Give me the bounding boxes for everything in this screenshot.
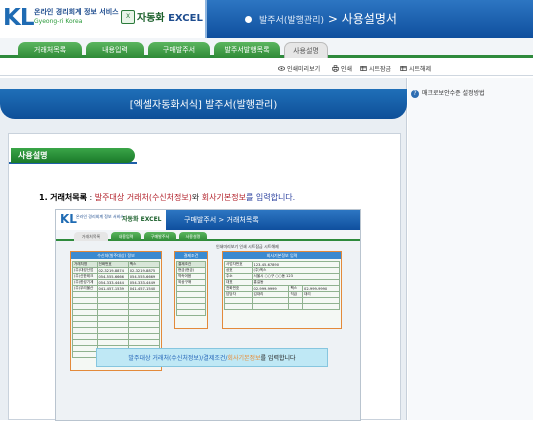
sheet-unprotect-label: 시트해제	[409, 66, 432, 73]
bullet-icon	[245, 16, 252, 23]
instruction-number: 1.	[39, 193, 48, 202]
inner-tab-content-input: 내용입력	[111, 232, 141, 241]
inner-breadcrumb: 구매발주서 > 거래처목록	[184, 216, 259, 224]
empty-row	[224, 303, 340, 310]
sheet-unprotect-button[interactable]: 시트해제	[400, 64, 431, 73]
side-panel	[408, 78, 533, 420]
empty-cell	[251, 303, 290, 310]
breadcrumb-main: 발주서(발행관리)	[259, 16, 324, 26]
client-info-table: 거래처명 전화번호 팩스 (주)대성산업 02-3219-8874 02-3219-887…	[72, 261, 161, 358]
sheet-protect-label: 시트잠금	[369, 66, 392, 73]
sheet-protect-button[interactable]: 시트잠금	[360, 64, 391, 73]
empty-cell	[302, 303, 340, 310]
company-info-table: 사업자번호 123-45-67890 상호 (주)엑스 주소 서울시 ○○구 ○○동 12…	[224, 261, 341, 310]
tab-bar: 거래처목록 내용입력 구매발주서 발주서발행목록 사용설명	[0, 38, 533, 58]
caption-tail: 를 입력합니다	[260, 355, 296, 362]
logo-english: Gyeong-ri Korea	[34, 18, 83, 25]
excel-title-ko: 자동화	[137, 13, 165, 24]
empty-cell	[72, 351, 98, 358]
document-banner: [엑셀자동화서식] 발주서(발행관리)	[0, 89, 407, 119]
logo-mark: KL	[3, 5, 35, 31]
caption-part2: 결제조건	[203, 355, 226, 362]
instruction-conj: 와	[191, 193, 200, 202]
example-screenshot: KL 온라인 경리회계 정보 서비스 자동화 EXCEL 구매발주서 > 거래처…	[55, 209, 361, 421]
inner-tab-usage: 사용설명	[179, 232, 207, 241]
caption-part3: 회사기본정보	[227, 355, 261, 362]
inner-toolbar: 인쇄미리보기 인쇄 시트잠금 시트해제	[216, 244, 279, 249]
print-button[interactable]: 인쇄	[332, 64, 352, 73]
tab-client-list[interactable]: 거래처목록	[18, 42, 82, 58]
company-info-header: 회사기본정보 입력	[223, 252, 341, 259]
tab-content-input[interactable]: 내용입력	[86, 42, 144, 58]
logo-text: KL	[3, 5, 35, 31]
preview-label: 인쇄미리보기	[287, 66, 321, 73]
inner-caption: 발주대상 거래처(수신처정보)/결제조건/회사기본정보를 입력합니다	[96, 348, 328, 367]
inner-logo-subtitle: 온라인 경리회계 정보 서비스	[76, 214, 124, 219]
instruction-line: 1. 거래처목록 : 발주대상 거래처(수신처정보)와 회사기본정보를 입력합니…	[39, 192, 295, 203]
toolbar: 인쇄미리보기 인쇄 시트잠금 시트해제	[0, 61, 533, 76]
company-info-box: 회사기본정보 입력 사업자번호 123-45-67890 상호 (주)엑스 주소 서울시 …	[222, 251, 342, 329]
content-panel: 사용설명 1. 거래처목록 : 발주대상 거래처(수신처정보)와 회사기본정보를…	[8, 133, 401, 421]
instruction-part1: 발주대상 거래처(수신처정보)	[94, 193, 192, 202]
excel-icon: X	[121, 10, 135, 24]
app-header: KL 온라인 경리회계 정보 서비스 Gyeong-ri Korea X 자동화…	[0, 0, 533, 38]
instruction-head: 거래처목록	[50, 193, 87, 202]
excel-title: 자동화 EXCEL	[137, 9, 203, 24]
excel-brand: X 자동화 EXCEL	[117, 3, 203, 35]
payment-terms-header: 결제조건	[175, 252, 207, 259]
client-info-header: 수신처(발주대상) 정보	[71, 252, 161, 259]
print-label: 인쇄	[341, 66, 353, 73]
empty-cell	[288, 303, 304, 310]
logo-subtitle: 온라인 경리회계 정보 서비스	[34, 8, 119, 16]
inner-excel-title: 자동화 EXCEL	[122, 216, 162, 223]
payment-terms-table: 결제조건 현금(현금) 약속어음 외상구매	[176, 261, 206, 316]
site-logo[interactable]: KL 온라인 경리회계 정보 서비스 Gyeong-ri Korea	[0, 0, 119, 38]
inner-title-band: 구매발주서 > 거래처목록	[166, 210, 360, 230]
breadcrumb-sep: >	[327, 12, 338, 26]
inner-header: KL 온라인 경리회계 정보 서비스 자동화 EXCEL 구매발주서 > 거래처…	[56, 210, 360, 230]
empty-cell	[224, 303, 253, 310]
printer-icon	[332, 65, 339, 72]
sheet-lock-icon	[360, 66, 367, 71]
help-icon: ?	[411, 90, 419, 98]
section-heading: 사용설명	[11, 148, 135, 163]
inner-logo: KL	[60, 212, 77, 226]
caption-part1: 발주대상 거래처(수신처정보)	[128, 355, 202, 362]
tab-purchase-order[interactable]: 구매발주서	[148, 42, 210, 58]
tab-order-list[interactable]: 발주서발행목록	[214, 42, 280, 58]
excel-title-en: EXCEL	[168, 13, 203, 24]
sheet-unlock-icon	[400, 66, 407, 71]
instruction-part2: 회사기본정보	[201, 193, 246, 202]
title-band: 발주서(발행관리) > 사용설명서	[205, 0, 533, 38]
empty-row	[176, 309, 206, 316]
banner-title: [엑셀자동화서식] 발주서(발행관리)	[129, 100, 278, 111]
inner-tab-bar: 거래처목록 내용입력 구매발주서 사용설명	[56, 230, 360, 241]
table-cell: (주)한성기계	[72, 279, 98, 286]
table-cell: (주)우리물산	[72, 285, 98, 292]
page-title: 발주서(발행관리) > 사용설명서	[259, 10, 397, 27]
tab-usage-guide[interactable]: 사용설명	[284, 42, 328, 58]
instruction-tail: 를 입력합니다.	[245, 193, 296, 202]
payment-terms-box: 결제조건 결제조건 현금(현금) 약속어음 외상구매	[174, 251, 208, 329]
inner-tab-purchase-order: 구매발주서	[144, 232, 176, 241]
empty-cell	[176, 309, 206, 316]
preview-button[interactable]: 인쇄미리보기	[278, 64, 320, 73]
table-cell: (주)신한테크	[72, 273, 98, 280]
eye-icon	[278, 66, 285, 71]
help-label: 매크로보안수준 설정방법	[422, 90, 485, 97]
macro-security-help-link[interactable]: ? 매크로보안수준 설정방법	[411, 88, 516, 99]
inner-logo-text: KL	[60, 212, 77, 226]
table-cell: (주)대성산업	[72, 267, 98, 274]
instruction-colon: :	[89, 193, 93, 202]
breadcrumb-page: 사용설명서	[341, 12, 397, 26]
inner-tab-client-list: 거래처목록	[74, 232, 108, 241]
